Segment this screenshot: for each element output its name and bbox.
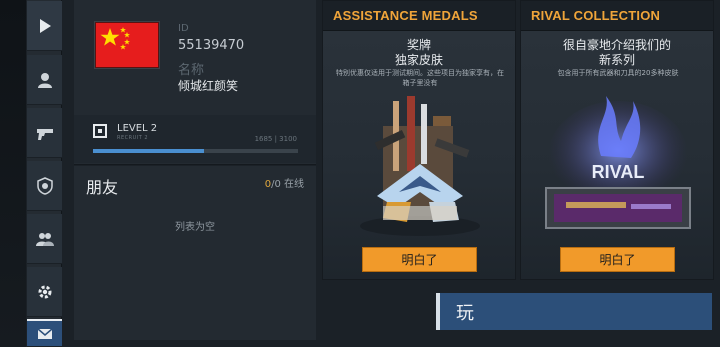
china-flag-icon (100, 27, 130, 50)
play-icon (39, 18, 51, 33)
mail-icon (37, 327, 52, 339)
card-title: RIVAL COLLECTION (531, 8, 661, 23)
pistol-icon (36, 128, 53, 140)
card-title: ASSISTANCE MEDALS (333, 8, 478, 23)
xp-progress-fill (93, 149, 205, 153)
friends-empty-message: 列表为空 (175, 222, 215, 233)
card-description: 包含用于所有武器和刀具的20多种皮肤 (557, 69, 679, 77)
player-id-value: 55139470 (178, 38, 245, 53)
rival-collection-card: RIVAL COLLECTION 很自豪地介绍我们的 新系列 包含用于所有武器和… (520, 0, 714, 280)
sidebar-item-weapons[interactable] (27, 108, 62, 158)
level-progress-box: LEVEL 2 RECRUIT 2 1685 | 3100 (74, 115, 316, 163)
level-title: LEVEL 2 (117, 123, 158, 134)
card-header: RIVAL COLLECTION (521, 1, 713, 31)
xp-counter: 1685 | 3100 (254, 135, 297, 143)
friends-online-count: 0/0 在线 (265, 175, 304, 190)
gear-icon (38, 285, 51, 298)
sidebar-item-friends[interactable] (27, 214, 62, 264)
rival-logo-text: RIVAL (592, 162, 645, 182)
rival-ok-button[interactable]: 明白了 (560, 247, 675, 272)
sidebar-item-mail[interactable] (27, 319, 62, 347)
play-button[interactable]: 玩 (436, 293, 712, 330)
rival-case-image: RIVAL (545, 96, 691, 229)
player-name-value: 倾城红颜笑 (178, 79, 239, 93)
left-edge-strip (0, 0, 26, 347)
online-count-suffix: /0 在线 (271, 179, 304, 190)
weapon-crate-medal-image (360, 96, 480, 236)
id-label: ID (178, 23, 189, 34)
shield-icon (36, 176, 53, 195)
card-header: ASSISTANCE MEDALS (323, 1, 515, 31)
group-icon (35, 232, 54, 246)
friends-title: 朋友 (86, 178, 119, 197)
card-heading-line2: 独家皮肤 (394, 53, 443, 67)
sidebar-item-clan[interactable] (27, 161, 62, 211)
sidebar-item-settings[interactable] (27, 267, 62, 317)
xp-progress-bar (93, 149, 298, 153)
assistance-medals-card: ASSISTANCE MEDALS 奖牌 独家皮肤 特别优惠仅适用于测试期间。这… (322, 0, 516, 280)
sidebar-item-play[interactable] (27, 1, 62, 51)
friends-panel: 朋友 0/0 在线 列表为空 (74, 166, 316, 340)
rank-icon (93, 124, 107, 138)
profile-panel: ID 55139470 名称 倾城红颜笑 LEVEL 2 RECRUIT 2 1… (74, 0, 316, 165)
sidebar-item-profile[interactable] (27, 55, 62, 105)
country-flag-image (95, 22, 159, 68)
person-icon (37, 72, 52, 88)
card-description: 特别优惠仅适用于测试期间。这些项目为独家享有，在箱子里没有 (336, 69, 504, 87)
sidebar-nav (27, 0, 62, 347)
card-heading-line2: 新系列 (598, 53, 635, 67)
rank-subtitle: RECRUIT 2 (117, 135, 149, 141)
name-label: 名称 (178, 63, 205, 78)
assistance-ok-button[interactable]: 明白了 (362, 247, 477, 272)
